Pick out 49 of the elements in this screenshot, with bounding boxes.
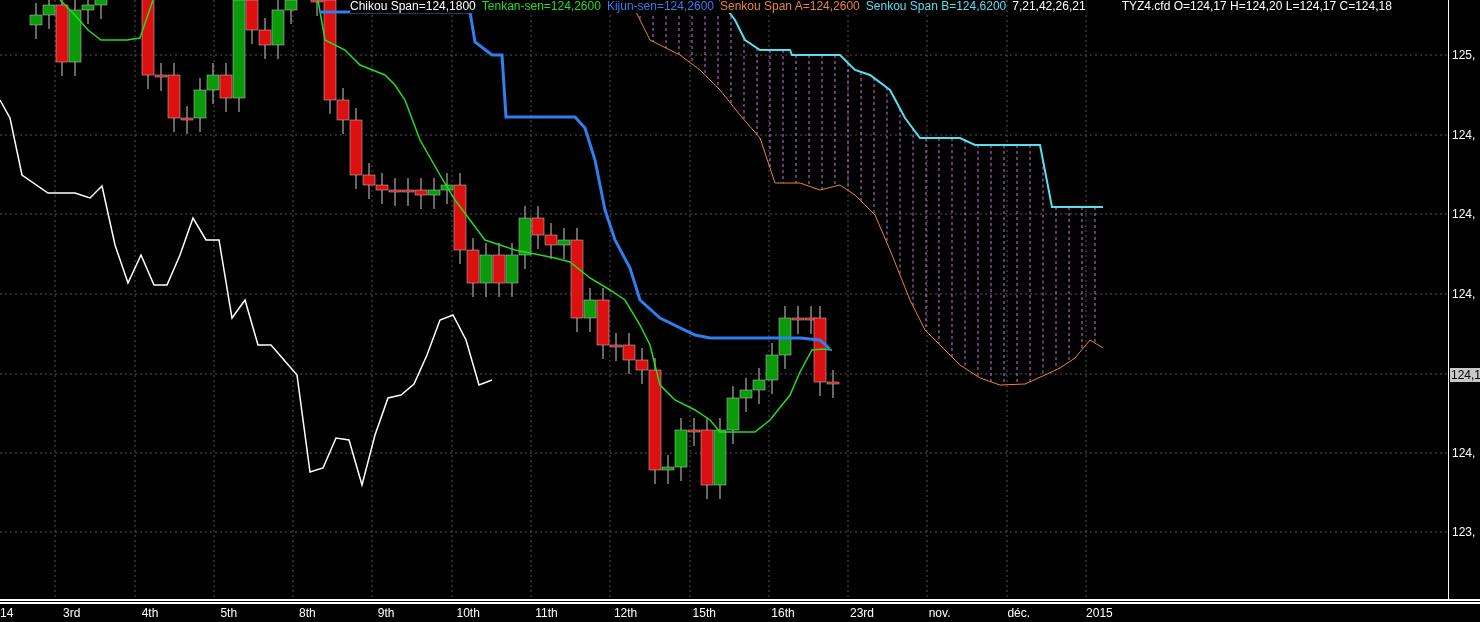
- axis-label: 5th: [220, 606, 238, 620]
- axis-label: 125,: [1452, 48, 1476, 62]
- legend-entry: Senkou Span B=124,6200: [865, 0, 1007, 13]
- candlestick: [414, 177, 428, 210]
- hatch-line: [678, 15, 680, 55]
- candlestick: [479, 242, 493, 298]
- axis-label: 124,: [1452, 446, 1476, 460]
- price-tag: 124,1: [1450, 368, 1480, 382]
- axis-label: 23rd: [850, 606, 875, 620]
- axis-label: 123,: [1452, 525, 1476, 539]
- legend-entry: 7,21,42,26,21: [1012, 0, 1086, 13]
- axis-label: 11th: [535, 606, 558, 620]
- axis-label: 12th: [613, 606, 638, 620]
- candlestick: [544, 222, 558, 260]
- candlestick: [427, 177, 441, 210]
- legend-entry: Tenkan-sen=124,2600: [481, 0, 601, 13]
- axis-label: 2015: [1086, 606, 1113, 620]
- axis-label: 4th: [141, 606, 159, 620]
- hatch-line: [652, 15, 654, 42]
- axis-label: 124,: [1452, 287, 1476, 301]
- candlestick: [206, 62, 220, 105]
- candlestick: [752, 367, 766, 405]
- candlestick: [505, 242, 519, 298]
- candlestick: [765, 342, 779, 395]
- axis-label: 124,: [1452, 207, 1476, 221]
- candlestick: [29, 2, 43, 40]
- axis-label: 124,: [1452, 128, 1476, 142]
- hatch-line: [639, 15, 641, 21]
- axis-label: 14: [0, 606, 14, 620]
- candlestick: [375, 172, 389, 205]
- candlestick: [388, 177, 402, 207]
- axis-label: déc.: [1007, 606, 1031, 620]
- axis-label: 16th: [771, 606, 795, 620]
- legend-entry: Kijun-sen=124,2600: [606, 0, 714, 13]
- candlestick: [94, 0, 108, 20]
- hatch-line: [665, 15, 667, 49]
- axis-label: 10th: [456, 606, 480, 620]
- candlestick: [258, 17, 272, 60]
- hatch-line: [704, 15, 706, 76]
- axis-label: 9th: [377, 606, 395, 620]
- axis-label: 3rd: [63, 606, 81, 620]
- legend-entry: Senkou Span A=124,2600: [720, 0, 860, 13]
- instrument-quote: TYZ4.cfd O=124,17 H=124,20 L=124,17 C=124,18: [1121, 0, 1392, 13]
- candlestick: [401, 177, 415, 207]
- legend-entry: Chikou Span=124,1800: [350, 0, 476, 13]
- candlestick: [492, 242, 506, 298]
- axis-label: nov.: [928, 606, 951, 620]
- axis-label: 8th: [299, 606, 316, 620]
- axis-label: 15th: [692, 606, 716, 620]
